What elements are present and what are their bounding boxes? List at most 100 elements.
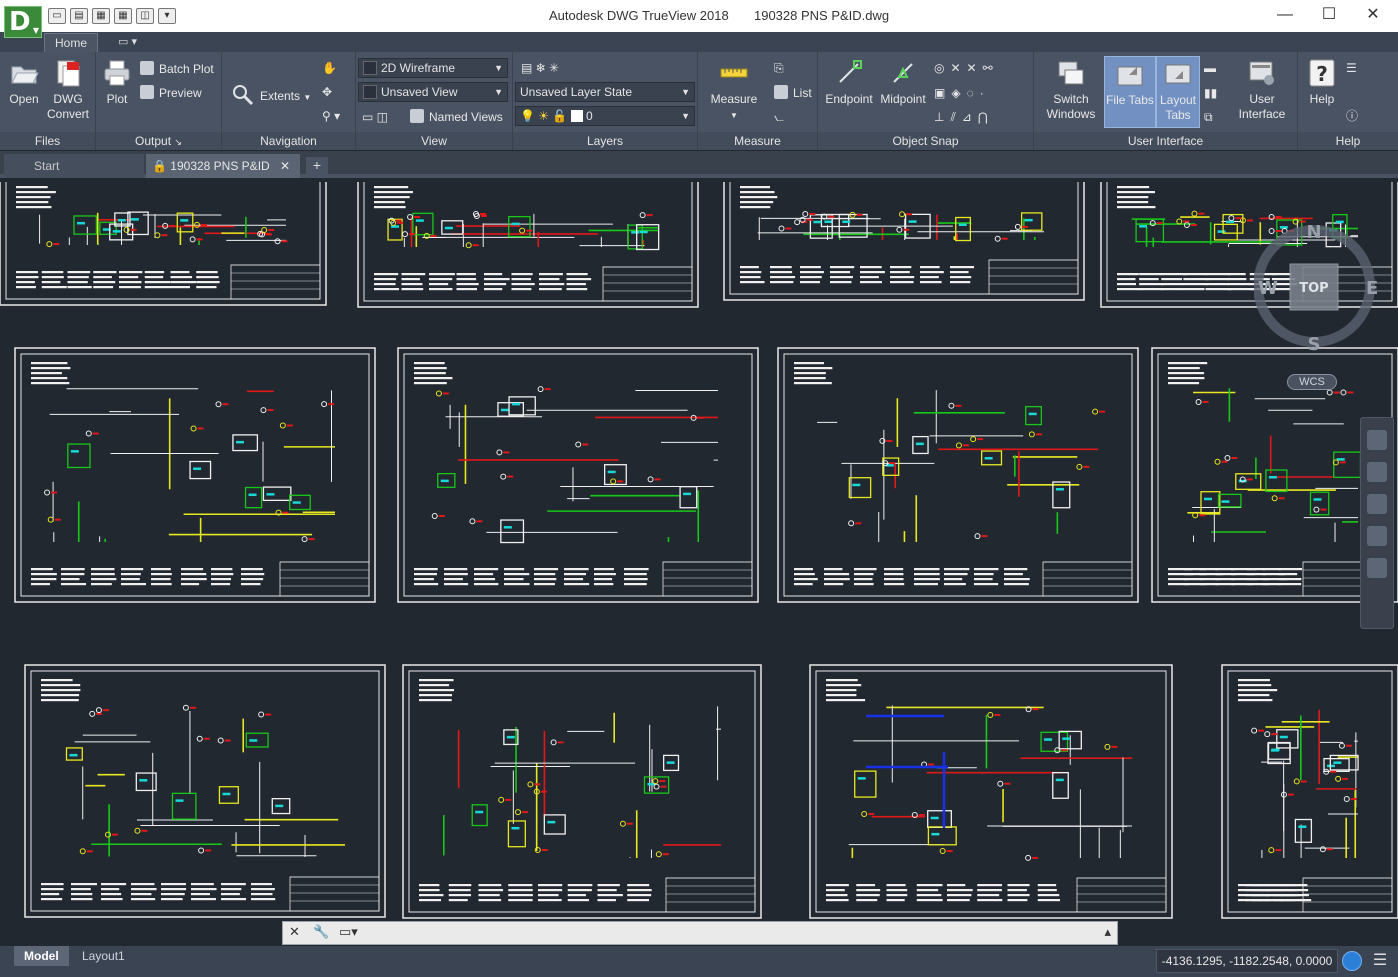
dialog-launcher-icon[interactable]: ↘ xyxy=(174,137,182,147)
equipment-tag xyxy=(275,804,284,808)
orbit-icon[interactable] xyxy=(1367,526,1387,546)
customize-icon[interactable]: 🔧 xyxy=(313,924,329,940)
note-text-line xyxy=(740,266,759,269)
header-text-line xyxy=(41,699,79,702)
measure-button[interactable]: Measure ▼ xyxy=(704,58,764,123)
batch-plot-button[interactable]: Batch Plot xyxy=(140,61,214,77)
info-icon[interactable]: ⓘ xyxy=(1346,108,1358,124)
command-history-icon[interactable]: ▴ xyxy=(1104,924,1111,940)
close-tab-icon[interactable]: ✕ xyxy=(280,154,290,178)
annotation-monitor-icon[interactable] xyxy=(1342,951,1362,971)
open-button[interactable]: Open xyxy=(4,58,44,107)
compass-east[interactable]: E xyxy=(1366,278,1378,299)
note-text-line xyxy=(944,578,963,581)
snap-icons-row-3[interactable]: ⊥⫽⊿⋂ xyxy=(934,109,994,125)
view-tool-icons[interactable]: ▭ ◫ xyxy=(362,109,388,125)
application-menu-button[interactable]: D ▼ xyxy=(4,6,42,38)
command-prompt-icon[interactable]: ▭▾ xyxy=(339,924,358,940)
locate-point-button[interactable]: ⦦ xyxy=(774,109,784,125)
valve-symbol xyxy=(1099,410,1106,413)
dwg-convert-button[interactable]: DWG Convert xyxy=(44,58,92,122)
named-view-dropdown[interactable]: Unsaved View ▼ xyxy=(358,82,508,102)
tab-layout1[interactable]: Layout1 xyxy=(72,946,135,966)
snap-icons-row-1[interactable]: ◎✕✕⚯ xyxy=(934,60,999,76)
plot-preview-icon[interactable]: ◫ xyxy=(136,8,154,24)
tab-model[interactable]: Model xyxy=(14,946,69,966)
user-interface-button[interactable]: User Interface xyxy=(1230,58,1294,122)
note-text-line xyxy=(414,583,439,586)
layer-properties-icons[interactable]: ▤ ❄ ✳ xyxy=(521,60,559,76)
preview-button[interactable]: Preview xyxy=(140,85,202,101)
plot-button[interactable]: Plot xyxy=(98,58,136,107)
snap-icons-row-2[interactable]: ▣◈◌· xyxy=(934,85,990,101)
layout-tabs-toggle[interactable]: Layout Tabs xyxy=(1156,56,1200,128)
extents-button[interactable]: Extents ▼ xyxy=(230,82,311,108)
tab-document[interactable]: 🔒 190328 PNS P&ID ✕ xyxy=(146,154,300,178)
new-tab-button[interactable]: + xyxy=(306,157,328,175)
valve-symbol xyxy=(1035,433,1042,436)
panel-measure: Measure ▼ ⎘ List ⦦ Measure xyxy=(698,52,818,150)
tile-vertical-button[interactable]: ▮▮ xyxy=(1204,85,1217,101)
equipment-tag xyxy=(683,492,692,496)
compass-south[interactable]: S xyxy=(1308,334,1321,352)
equipment-tag xyxy=(1055,778,1064,782)
named-views-button[interactable]: Named Views xyxy=(410,109,503,125)
compass-west[interactable]: W xyxy=(1258,278,1278,299)
steering-wheel-icon[interactable] xyxy=(1367,430,1387,450)
tile-horizontal-button[interactable]: ▬ xyxy=(1204,60,1216,76)
maximize-button[interactable]: ☐ xyxy=(1306,0,1352,32)
note-text-line xyxy=(916,884,943,887)
note-text-line xyxy=(627,889,652,892)
valve-symbol xyxy=(903,228,910,231)
equipment-tag xyxy=(915,442,924,446)
switch-windows-button[interactable]: Switch Windows xyxy=(1040,58,1102,122)
zoom-window-button[interactable]: ⚲ ▾ xyxy=(322,108,340,124)
close-command-line-icon[interactable]: ✕ xyxy=(289,924,300,940)
minimize-button[interactable]: — xyxy=(1262,0,1308,32)
zoom-extents-icon[interactable] xyxy=(1367,494,1387,514)
tab-start[interactable]: Start xyxy=(4,154,144,178)
file-tabs-toggle[interactable]: File Tabs xyxy=(1104,56,1156,128)
help-button[interactable]: ? Help xyxy=(1302,58,1342,107)
header-text-line xyxy=(826,694,857,697)
list-button[interactable]: List xyxy=(774,85,812,101)
help-menu-icon[interactable]: ☰ xyxy=(1346,60,1357,76)
ribbon-display-toggle-icon[interactable]: ▭ ▾ xyxy=(118,35,137,48)
wcs-menu[interactable]: WCS xyxy=(1287,374,1337,390)
pan-icon[interactable] xyxy=(1367,462,1387,482)
instrument-bubble xyxy=(575,441,582,448)
orbit-button[interactable]: ✥ xyxy=(322,84,332,100)
coordinate-readout[interactable]: -4136.1295, -1182.2548, 0.0000 xyxy=(1156,949,1338,973)
viewcube[interactable]: TOP N S W E xyxy=(1254,222,1398,352)
endpoint-button[interactable]: Endpoint xyxy=(822,58,876,107)
open-folder-icon[interactable]: ▭ xyxy=(48,8,66,24)
layer-state-dropdown[interactable]: Unsaved Layer State ▼ xyxy=(515,82,695,102)
note-text-line xyxy=(974,583,999,586)
dwg-convert-icon[interactable]: ▤ xyxy=(70,8,88,24)
id-point-button[interactable]: ⎘ xyxy=(774,60,784,76)
drawing-canvas[interactable] xyxy=(0,182,1398,946)
tab-home[interactable]: Home xyxy=(44,33,99,52)
note-text-line xyxy=(484,273,503,276)
cascade-button[interactable]: ⧉ xyxy=(1204,109,1213,125)
midpoint-button[interactable]: Midpoint xyxy=(876,58,930,107)
close-button[interactable]: ✕ xyxy=(1350,0,1396,32)
showmotion-icon[interactable] xyxy=(1367,558,1387,578)
note-text-line xyxy=(61,573,85,576)
customize-status-bar-icon[interactable]: ☰ xyxy=(1368,950,1392,972)
note-text-line xyxy=(448,884,472,887)
pan-button[interactable]: ✋ xyxy=(322,60,337,76)
valve-symbol xyxy=(286,424,293,427)
command-line[interactable]: ✕ 🔧 ▭▾ ▴ xyxy=(282,921,1118,945)
batch-plot-icon[interactable]: ▦ xyxy=(114,8,132,24)
plot-icon[interactable]: ▦ xyxy=(92,8,110,24)
note-text-line xyxy=(181,573,207,576)
instrument-bubble xyxy=(95,707,102,714)
qat-menu-icon[interactable]: ▾ xyxy=(158,8,176,24)
compass-north[interactable]: N xyxy=(1306,222,1321,243)
model-space-drawing[interactable] xyxy=(0,182,1398,946)
visual-style-dropdown[interactable]: 2D Wireframe ▼ xyxy=(358,58,508,78)
note-text-line xyxy=(211,578,231,581)
layer-dropdown[interactable]: 💡 ☀ 🔓 0 ▼ xyxy=(515,106,695,126)
note-text-line xyxy=(191,893,210,896)
